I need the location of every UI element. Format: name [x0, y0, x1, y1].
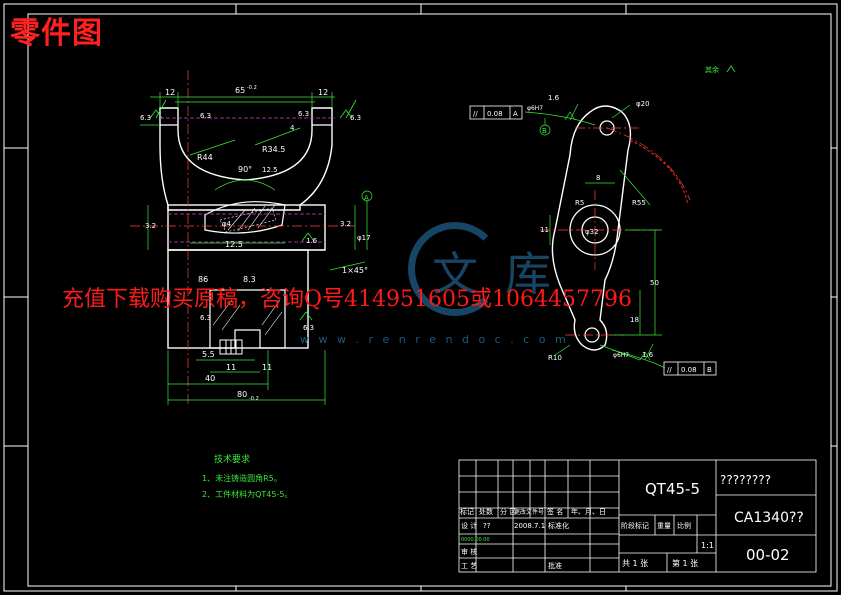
- rev-h-4: 签 名: [547, 507, 563, 516]
- dim-12-top: 12: [165, 88, 175, 97]
- rev-h-3: 更改文件号: [514, 508, 544, 516]
- design-name: ??: [483, 522, 491, 530]
- remaining-roughness: 其余: [705, 65, 719, 74]
- datum-b: B: [542, 127, 547, 135]
- rev-h-0: 标记: [460, 507, 474, 516]
- watermark-text: 充值下载购买原稿，咨询Q号414951605或1064457796: [62, 287, 632, 312]
- scale-value: 1:1: [701, 541, 714, 550]
- ra-bottom: 1.6: [642, 351, 654, 359]
- dim-r5: R5: [575, 199, 584, 207]
- dim-phi20: φ20: [636, 100, 650, 108]
- dim-5-5: 5.5: [202, 350, 215, 359]
- dim-12-5-b: 12.5: [225, 240, 243, 249]
- dim-6-3-b: 6.3: [200, 112, 211, 120]
- part-name: ????????: [720, 473, 771, 487]
- tech-item-1: 1、未注铸造圆角R5。: [202, 474, 282, 483]
- tol-bottom-ref: B: [707, 366, 712, 374]
- dim-r44: R44: [197, 153, 213, 162]
- title-block-text: QT45-5 ???????? CA1340?? 00-02 1:1 标记 处数…: [460, 473, 804, 570]
- dim-r34-5: R34.5: [262, 145, 285, 154]
- sheet-title: 零件图: [10, 16, 103, 51]
- dim-12-5-a: 12.5: [262, 166, 278, 174]
- front-view-labels: 12 65 -0.2 12 6.3 6.3 6.3 6.3 4 R34.5 R4…: [140, 85, 371, 402]
- dim-3-2-a: 3.2: [145, 222, 156, 230]
- tol-top-value: 0.08: [487, 110, 503, 118]
- dim-12-right: 12: [318, 88, 328, 97]
- dim-6-3-a: 6.3: [140, 114, 151, 122]
- datum-a: A: [364, 194, 369, 202]
- fork-outline: [159, 107, 333, 211]
- dim-phi4: φ4: [222, 220, 232, 228]
- sheet-count: 共 1 张: [622, 559, 648, 568]
- fit-top: φ6H7: [527, 105, 543, 112]
- tol-top-ref: A: [513, 110, 518, 118]
- tol-bottom-symbol: //: [667, 366, 672, 374]
- dim-6-3-c: 6.3: [200, 314, 211, 322]
- dim-65-tol: -0.2: [247, 85, 257, 91]
- machine-code: CA1340??: [734, 510, 804, 526]
- ra-top: 1.6: [548, 94, 560, 102]
- design-date: 2008.7.1: [514, 522, 545, 530]
- fit-bottom: φ6H7: [613, 352, 629, 359]
- dim-80-tol: -0.2: [249, 396, 259, 402]
- dim-65: 65: [235, 86, 245, 95]
- dim-11-a: 11: [226, 363, 236, 372]
- dim-80: 80: [237, 390, 247, 399]
- weight-label: 重量: [657, 522, 671, 530]
- review-label: 审 核: [461, 547, 477, 556]
- small-note: 0000.00.00: [461, 537, 490, 543]
- approve-label: 批准: [548, 561, 562, 570]
- tech-heading: 技术要求: [214, 455, 251, 465]
- dim-90deg: 90°: [238, 165, 252, 174]
- stage-label: 阶段标记: [621, 521, 649, 530]
- std-label: 标准化: [548, 521, 569, 530]
- dim-r55: R55: [632, 199, 646, 207]
- dim-40: 40: [205, 374, 215, 383]
- dim-18: 18: [630, 316, 639, 324]
- dim-8: 8: [596, 174, 600, 182]
- rev-h-5: 年、月、日: [571, 507, 606, 516]
- process-label: 工 艺: [461, 562, 477, 570]
- dim-3-2-b: 3.2: [340, 220, 351, 228]
- tech-item-2: 2、工件材料为QT45-5。: [202, 490, 293, 499]
- dim-11: 11: [540, 226, 549, 234]
- dim-chamfer: 1×45°: [342, 266, 368, 275]
- dim-6-3-right: 6.3: [298, 110, 309, 118]
- dim-11-b: 11: [262, 363, 272, 372]
- front-view: [130, 70, 373, 405]
- drawing-number: 00-02: [746, 546, 790, 564]
- tol-bottom-value: 0.08: [681, 366, 697, 374]
- scale-label: 比例: [677, 521, 691, 530]
- dim-1-6: 1.6: [306, 237, 318, 245]
- tol-top-symbol: //: [473, 110, 478, 118]
- sheet-number: 第 1 张: [672, 558, 698, 568]
- dim-6-3-far: 6.3: [350, 114, 361, 122]
- rev-h-1: 处数: [479, 507, 493, 516]
- design-label: 设 计: [461, 521, 477, 530]
- dim-r10: R10: [548, 354, 562, 362]
- dim-6-3-d: 6.3: [303, 324, 314, 332]
- dim-4: 4: [290, 124, 295, 132]
- dim-phi17: φ17: [357, 234, 371, 242]
- dim-phi32: φ32: [585, 228, 599, 236]
- dim-50: 50: [650, 279, 659, 287]
- material: QT45-5: [645, 480, 700, 498]
- watermark-url: w w w . r e n r e n d o c . c o m: [300, 333, 569, 346]
